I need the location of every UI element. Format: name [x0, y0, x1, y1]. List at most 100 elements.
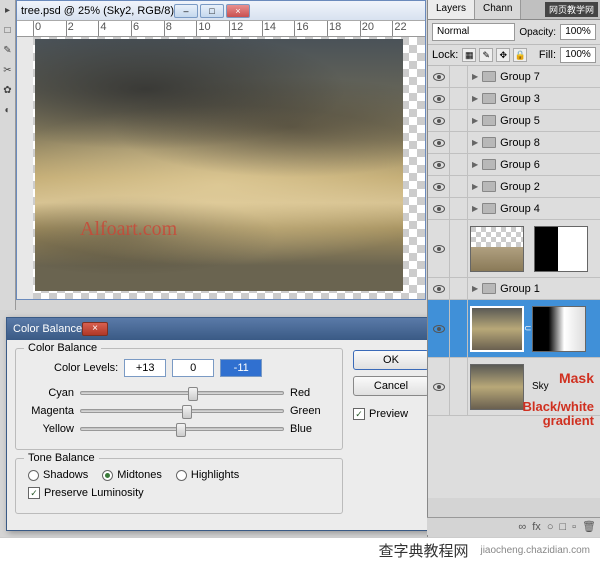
- layer-group-row[interactable]: ▶ Group 5: [428, 110, 600, 132]
- opacity-label: Opacity:: [519, 27, 556, 38]
- lock-all-icon[interactable]: 🔒: [513, 48, 527, 62]
- eye-icon: [433, 73, 445, 81]
- ruler-horizontal[interactable]: 0246810121416182022: [17, 21, 425, 37]
- lock-label: Lock:: [432, 49, 458, 61]
- mask-thumbnail[interactable]: [532, 306, 586, 352]
- slider-track[interactable]: [80, 391, 284, 395]
- visibility-toggle[interactable]: [428, 154, 450, 175]
- link-col[interactable]: [450, 358, 468, 415]
- opacity-input[interactable]: 100%: [560, 24, 596, 40]
- blend-mode-select[interactable]: Normal: [432, 23, 515, 41]
- level-magenta-green[interactable]: [172, 359, 214, 377]
- cancel-button[interactable]: Cancel: [353, 376, 429, 396]
- slider-track[interactable]: [80, 427, 284, 431]
- disclosure-triangle-icon[interactable]: ▶: [472, 182, 478, 191]
- preserve-luminosity-checkbox[interactable]: ✓Preserve Luminosity: [28, 487, 144, 499]
- layer-group-row[interactable]: ▶Group 2: [428, 176, 600, 198]
- layer-name: Group 8: [500, 137, 540, 149]
- slider-thumb[interactable]: [188, 387, 198, 401]
- layer-mask-icon[interactable]: ○: [547, 521, 554, 533]
- layer-fx-icon[interactable]: fx: [532, 521, 541, 533]
- eye-icon: [433, 95, 445, 103]
- slider-thumb[interactable]: [182, 405, 192, 419]
- close-button[interactable]: ×: [226, 4, 250, 18]
- layer-group-row[interactable]: ▶Group 1: [428, 278, 600, 300]
- link-col[interactable]: [450, 220, 468, 277]
- layer-group-row[interactable]: ▶ Group 8: [428, 132, 600, 154]
- eye-icon: [433, 139, 445, 147]
- disclosure-triangle-icon[interactable]: ▶: [472, 72, 478, 81]
- midtones-radio[interactable]: Midtones: [102, 469, 162, 481]
- tab-layers[interactable]: Layers: [428, 0, 475, 19]
- link-col[interactable]: [450, 300, 468, 357]
- tab-channels[interactable]: Chann: [475, 0, 521, 19]
- fill-input[interactable]: 100%: [560, 47, 596, 63]
- layer-name: Group 5: [500, 115, 540, 127]
- dialog-titlebar[interactable]: Color Balance ×: [7, 318, 437, 340]
- ruler-mark: 16: [294, 21, 327, 36]
- layer-row-selected[interactable]: ⊂⊃: [428, 300, 600, 358]
- group-legend: Tone Balance: [24, 452, 99, 464]
- link-col[interactable]: [450, 278, 468, 299]
- layer-row[interactable]: [428, 220, 600, 278]
- ok-button[interactable]: OK: [353, 350, 429, 370]
- disclosure-triangle-icon[interactable]: ▶: [472, 284, 478, 293]
- layer-thumbnail[interactable]: [470, 364, 524, 410]
- preview-checkbox[interactable]: ✓Preview: [353, 408, 429, 420]
- link-col[interactable]: [450, 88, 468, 109]
- canvas[interactable]: [33, 37, 425, 299]
- maximize-button[interactable]: □: [200, 4, 224, 18]
- link-layers-icon[interactable]: ∞: [518, 521, 526, 533]
- layer-group-row[interactable]: ▶Group 6: [428, 154, 600, 176]
- link-col[interactable]: [450, 110, 468, 131]
- layer-group-row[interactable]: ▶Group 4: [428, 198, 600, 220]
- eye-icon: [433, 183, 445, 191]
- visibility-toggle[interactable]: [428, 278, 450, 299]
- disclosure-triangle-icon[interactable]: ▶: [472, 94, 478, 103]
- ruler-mark: 12: [229, 21, 262, 36]
- delete-layer-icon[interactable]: 🗑: [582, 520, 596, 533]
- slider-thumb[interactable]: [176, 423, 186, 437]
- disclosure-triangle-icon[interactable]: ▶: [472, 160, 478, 169]
- dialog-close-button[interactable]: ×: [82, 322, 108, 336]
- link-col[interactable]: [450, 176, 468, 197]
- visibility-toggle[interactable]: [428, 198, 450, 219]
- lock-position-icon[interactable]: ✥: [496, 48, 510, 62]
- visibility-toggle[interactable]: [428, 88, 450, 109]
- visibility-toggle[interactable]: [428, 358, 450, 415]
- slider-right-label: Green: [284, 405, 334, 417]
- visibility-toggle[interactable]: [428, 176, 450, 197]
- disclosure-triangle-icon[interactable]: ▶: [472, 138, 478, 147]
- disclosure-triangle-icon[interactable]: ▶: [472, 204, 478, 213]
- visibility-toggle[interactable]: [428, 300, 450, 357]
- new-layer-icon[interactable]: ▫: [572, 521, 576, 533]
- annotation-gradient: Black/whitegradient: [522, 400, 594, 428]
- link-col[interactable]: [450, 132, 468, 153]
- minimize-button[interactable]: –: [174, 4, 198, 18]
- disclosure-triangle-icon[interactable]: ▶: [472, 116, 478, 125]
- slider-left-label: Yellow: [24, 423, 80, 435]
- layer-thumbnail[interactable]: [470, 306, 524, 352]
- visibility-toggle[interactable]: [428, 110, 450, 131]
- shadows-radio[interactable]: Shadows: [28, 469, 88, 481]
- level-cyan-red[interactable]: [124, 359, 166, 377]
- link-col[interactable]: [450, 66, 468, 87]
- ruler-mark: 0: [33, 21, 66, 36]
- link-col[interactable]: [450, 154, 468, 175]
- lock-transparency-icon[interactable]: ▦: [462, 48, 476, 62]
- slider-track[interactable]: [80, 409, 284, 413]
- lock-pixels-icon[interactable]: ✎: [479, 48, 493, 62]
- document-titlebar[interactable]: tree.psd @ 25% (Sky2, RGB/8) – □ ×: [17, 1, 425, 21]
- new-group-icon[interactable]: □: [559, 521, 566, 533]
- highlights-radio[interactable]: Highlights: [176, 469, 239, 481]
- link-col[interactable]: [450, 198, 468, 219]
- document-title: tree.psd @ 25% (Sky2, RGB/8): [21, 5, 174, 17]
- visibility-toggle[interactable]: [428, 132, 450, 153]
- level-yellow-blue[interactable]: [220, 359, 262, 377]
- visibility-toggle[interactable]: [428, 220, 450, 277]
- layer-group-row[interactable]: ▶Group 7: [428, 66, 600, 88]
- layer-group-row[interactable]: ▶Group 3: [428, 88, 600, 110]
- mask-thumbnail[interactable]: [534, 226, 588, 272]
- visibility-toggle[interactable]: [428, 66, 450, 87]
- layer-thumbnail[interactable]: [470, 226, 524, 272]
